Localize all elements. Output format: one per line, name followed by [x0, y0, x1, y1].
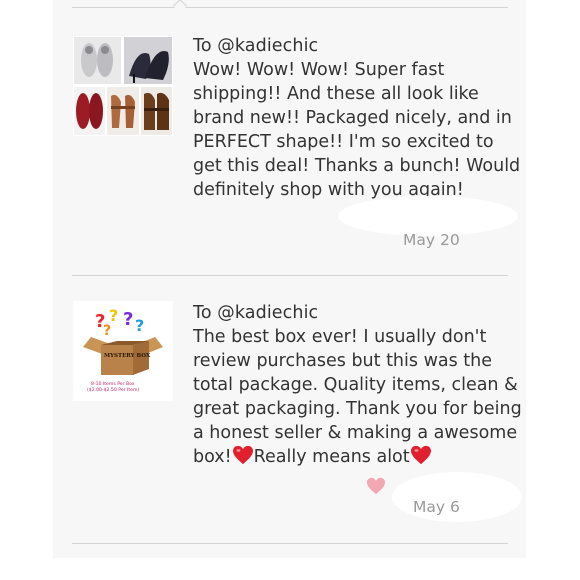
review-message: The best box ever! I usually don't revie…	[193, 325, 523, 469]
review-message: Wow! Wow! Wow! Super fast shipping!! And…	[193, 60, 521, 200]
svg-text:?: ?	[135, 316, 144, 335]
review-date: May 6	[413, 498, 460, 516]
review-recipient[interactable]: To @kadiechic	[193, 303, 318, 323]
review-recipient[interactable]: To @kadiechic	[193, 36, 318, 56]
mystery-box-caption-1: 8-10 Items Per Box	[91, 381, 135, 387]
mystery-box-image: ? ? ? ? ? MYSTERY BOX 8-10 Items Per Box…	[73, 301, 173, 401]
review-date: May 20	[403, 231, 460, 249]
review-message-text-end: Really means alot	[253, 447, 410, 467]
mystery-box-label: MYSTERY BOX	[104, 353, 151, 359]
bottom-divider	[72, 543, 508, 544]
heart-emoji-icon	[410, 445, 431, 465]
like-heart-icon[interactable]	[366, 477, 386, 495]
heart-emoji-icon	[232, 445, 253, 465]
mystery-box-caption-2: ($2.00-$2.50 Per Item)	[87, 387, 139, 393]
review-thumbnail-mystery-box[interactable]: ? ? ? ? ? MYSTERY BOX 8-10 Items Per Box…	[73, 301, 173, 401]
svg-text:?: ?	[123, 309, 133, 330]
review-thumbnail-shoes[interactable]	[73, 36, 173, 136]
redaction-blot	[338, 196, 518, 236]
shoes-collage-image	[73, 36, 173, 136]
top-divider	[72, 7, 508, 8]
svg-text:?: ?	[103, 323, 111, 339]
review-divider	[72, 275, 508, 276]
